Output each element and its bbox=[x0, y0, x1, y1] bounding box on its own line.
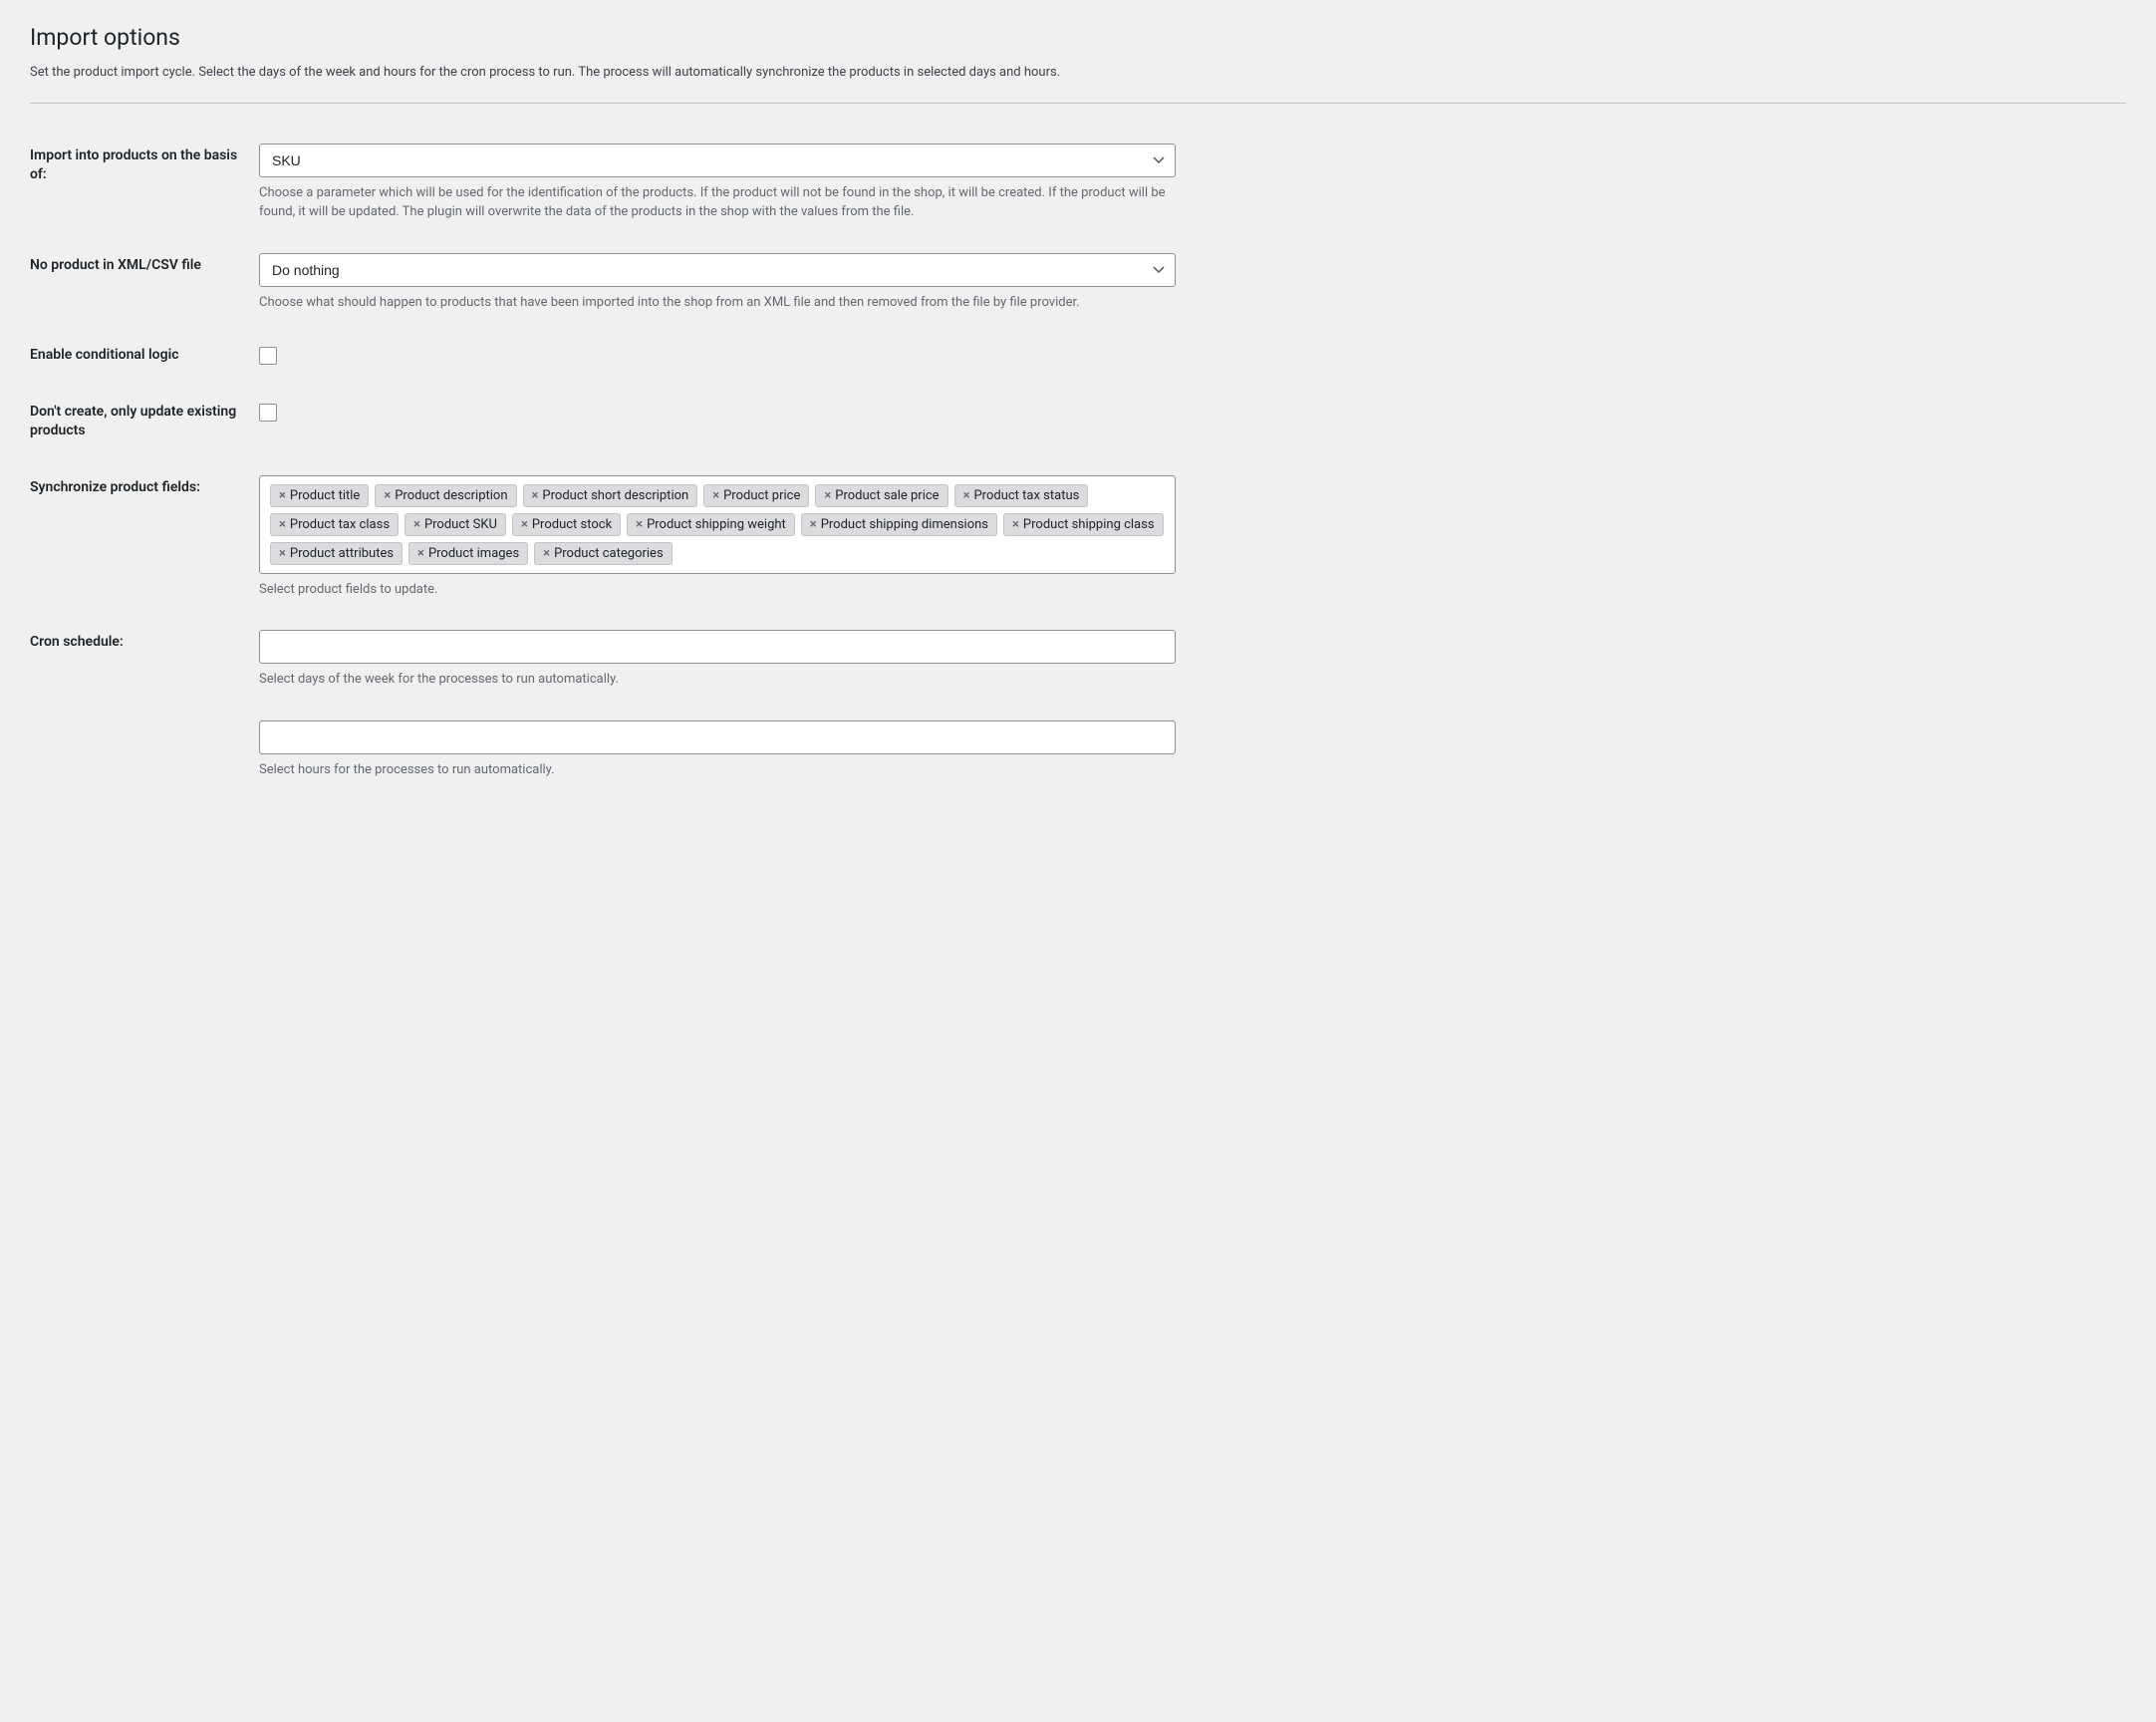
cron-days-cell: Select days of the week for the processe… bbox=[249, 615, 2126, 706]
tag-label: Product shipping weight bbox=[647, 517, 786, 532]
sync-fields-description: Select product fields to update. bbox=[259, 580, 1176, 600]
tag-remove-icon[interactable]: × bbox=[810, 517, 817, 532]
no-product-label: No product in XML/CSV file bbox=[30, 237, 249, 328]
sync-fields-tags-container[interactable]: ×Product title×Product description×Produ… bbox=[259, 475, 1176, 574]
tag-remove-icon[interactable]: × bbox=[636, 517, 643, 532]
sync-field-tag[interactable]: × Product stock bbox=[512, 513, 621, 536]
tag-label: Product sale price bbox=[835, 488, 939, 503]
import-basis-select[interactable]: SKU ID Slug bbox=[259, 144, 1176, 177]
tag-label: Product price bbox=[723, 488, 800, 503]
sync-field-tag[interactable]: × Product shipping weight bbox=[627, 513, 795, 536]
tag-remove-icon[interactable]: × bbox=[521, 517, 528, 532]
tag-label: Product categories bbox=[554, 546, 664, 561]
tag-label: Product shipping dimensions bbox=[821, 517, 988, 532]
sync-field-tag[interactable]: × Product description bbox=[375, 484, 516, 507]
sync-field-tag[interactable]: × Product title bbox=[270, 484, 369, 507]
sync-field-tag[interactable]: × Product categories bbox=[534, 542, 673, 565]
sync-fields-cell: ×Product title×Product description×Produ… bbox=[249, 459, 2126, 615]
tag-remove-icon[interactable]: × bbox=[279, 488, 286, 503]
cron-hours-row: Select hours for the processes to run au… bbox=[30, 705, 2126, 794]
tag-label: Product description bbox=[395, 488, 507, 503]
sync-field-tag[interactable]: × Product price bbox=[703, 484, 809, 507]
sync-field-tag[interactable]: × Product shipping dimensions bbox=[801, 513, 997, 536]
sync-field-tag[interactable]: × Product shipping class bbox=[1003, 513, 1164, 536]
only-update-label: Don't create, only update existing produ… bbox=[30, 384, 249, 459]
tag-remove-icon[interactable]: × bbox=[543, 546, 550, 561]
tag-label: Product short description bbox=[542, 488, 688, 503]
tag-remove-icon[interactable]: × bbox=[1012, 517, 1019, 532]
sync-field-tag[interactable]: × Product images bbox=[408, 542, 528, 565]
sync-field-tag[interactable]: × Product attributes bbox=[270, 542, 403, 565]
page-title: Import options bbox=[30, 24, 2126, 51]
cron-days-label: Cron schedule: bbox=[30, 615, 249, 706]
conditional-logic-wrapper bbox=[259, 347, 2116, 365]
only-update-checkbox[interactable] bbox=[259, 404, 277, 422]
conditional-logic-row: Enable conditional logic bbox=[30, 328, 2126, 385]
sync-fields-row: Synchronize product fields: × Product tit… bbox=[30, 459, 2126, 615]
tag-label: Product images bbox=[428, 546, 519, 561]
import-basis-cell: SKU ID Slug Choose a parameter which wil… bbox=[249, 128, 2126, 237]
tag-label: Product shipping class bbox=[1023, 517, 1155, 532]
cron-hours-label bbox=[30, 705, 249, 794]
sync-field-tag[interactable]: × Product SKU bbox=[404, 513, 506, 536]
tag-label: Product tax class bbox=[290, 517, 390, 532]
tag-remove-icon[interactable]: × bbox=[712, 488, 719, 503]
conditional-logic-checkbox[interactable] bbox=[259, 347, 277, 365]
cron-hours-input[interactable] bbox=[259, 720, 1176, 754]
section-divider bbox=[30, 103, 2126, 104]
sync-field-tag[interactable]: ×Product short description bbox=[523, 484, 698, 507]
tag-label: Product attributes bbox=[290, 546, 394, 561]
tag-label: Product tax status bbox=[973, 488, 1079, 503]
no-product-cell: Do nothing Unpublish Delete Choose what … bbox=[249, 237, 2126, 328]
tag-remove-icon[interactable]: × bbox=[413, 517, 420, 532]
tag-remove-icon[interactable]: × bbox=[824, 488, 831, 503]
import-basis-description: Choose a parameter which will be used fo… bbox=[259, 183, 1176, 222]
only-update-wrapper bbox=[259, 404, 2116, 422]
cron-hours-description: Select hours for the processes to run au… bbox=[259, 760, 1176, 780]
import-basis-row: Import into products on the basis of: SK… bbox=[30, 128, 2126, 237]
cron-days-row: Cron schedule: Select days of the week f… bbox=[30, 615, 2126, 706]
no-product-select[interactable]: Do nothing Unpublish Delete bbox=[259, 253, 1176, 287]
only-update-row: Don't create, only update existing produ… bbox=[30, 384, 2126, 459]
no-product-row: No product in XML/CSV file Do nothing Un… bbox=[30, 237, 2126, 328]
tag-remove-icon[interactable]: × bbox=[279, 546, 286, 561]
tag-remove-icon[interactable]: × bbox=[417, 546, 424, 561]
tag-label: Product stock bbox=[532, 517, 612, 532]
sync-field-tag[interactable]: ×Product tax status bbox=[954, 484, 1089, 507]
cron-days-input[interactable] bbox=[259, 630, 1176, 664]
page-description: Set the product import cycle. Select the… bbox=[30, 63, 2126, 83]
conditional-logic-label: Enable conditional logic bbox=[30, 328, 249, 385]
sync-field-tag[interactable]: × Product tax class bbox=[270, 513, 399, 536]
cron-hours-cell: Select hours for the processes to run au… bbox=[249, 705, 2126, 794]
cron-days-description: Select days of the week for the processe… bbox=[259, 670, 1176, 690]
import-basis-label: Import into products on the basis of: bbox=[30, 128, 249, 237]
tag-label: Product SKU bbox=[424, 517, 497, 532]
tag-remove-icon[interactable]: × bbox=[532, 488, 539, 503]
no-product-description: Choose what should happen to products th… bbox=[259, 293, 1176, 313]
sync-fields-label: Synchronize product fields: bbox=[30, 459, 249, 615]
tag-label: Product title bbox=[290, 488, 360, 503]
tag-remove-icon[interactable]: × bbox=[279, 517, 286, 532]
tag-remove-icon[interactable]: × bbox=[963, 488, 970, 503]
sync-field-tag[interactable]: × Product sale price bbox=[815, 484, 947, 507]
only-update-cell bbox=[249, 384, 2126, 459]
import-options-form: Import into products on the basis of: SK… bbox=[30, 128, 2126, 795]
conditional-logic-cell bbox=[249, 328, 2126, 385]
tag-remove-icon[interactable]: × bbox=[384, 488, 391, 503]
